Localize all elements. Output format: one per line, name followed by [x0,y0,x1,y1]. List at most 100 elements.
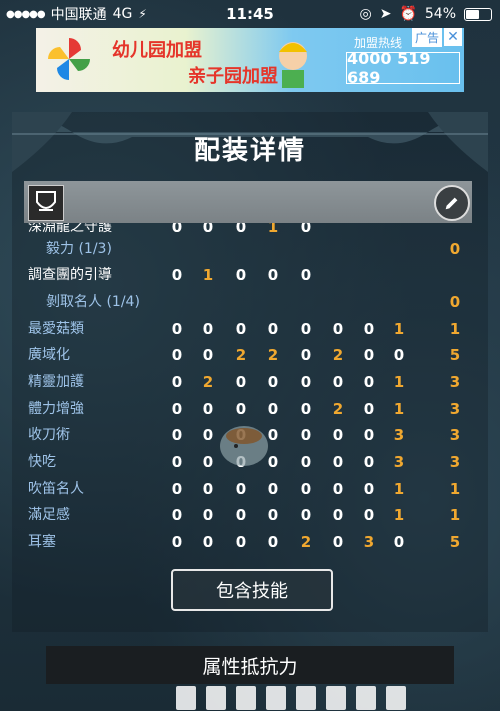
skill-level-cell: 1 [393,320,405,338]
skill-total-cell: 1 [449,320,461,338]
lock-rotation-icon: ◎ [359,6,372,22]
skill-level-cell: 0 [300,426,312,444]
skill-level-cell: 0 [300,453,312,471]
skill-level-cell: 0 [202,346,214,364]
skill-row: 耳塞 0 0 0 0 2 0 3 0 5 [0,529,500,555]
ad-banner[interactable]: 幼儿园加盟 亲子园加盟 加盟热线 4000 519 689 广告 ✕ [36,28,464,92]
skill-name: 剝取名人 (1/4) [46,294,140,310]
skill-level-cell: 1 [393,373,405,391]
battery-icon [464,7,492,21]
skill-level-cell: 0 [332,373,344,391]
status-bar: ●●●●● 中国联通 4G ⚡ 11:45 ◎ ➤ ⏰ 54% [0,0,500,28]
skill-level-cell: 0 [363,480,375,498]
skill-total-cell: 3 [449,426,461,444]
skill-level-cell: 3 [363,533,375,551]
ad-headline-1: 幼儿园加盟 [112,40,202,61]
skill-row: 最愛菇類 0 0 0 0 0 0 0 1 1 [0,316,500,342]
skill-total-cell: 3 [449,373,461,391]
skill-level-cell: 0 [267,320,279,338]
skill-level-cell: 0 [202,320,214,338]
skill-level-cell: 0 [300,373,312,391]
skill-level-cell: 0 [393,346,405,364]
skill-level-cell: 0 [393,533,405,551]
skill-level-cell: 0 [171,400,183,418]
skill-level-cell: 0 [171,266,183,284]
skill-level-cell: 1 [393,480,405,498]
skill-name: 耳塞 [28,534,56,550]
skill-level-cell: 0 [332,426,344,444]
skill-level-cell: 0 [300,346,312,364]
weapon-icon[interactable] [176,686,196,710]
skill-name: 最愛菇類 [28,321,84,337]
skill-level-cell: 0 [202,480,214,498]
skill-name: 收刀術 [28,427,70,443]
mascot-icon [220,426,268,466]
skill-name: 滿足感 [28,507,70,523]
build-name-bar[interactable] [24,181,472,223]
page-title: 配装详情 [193,136,306,166]
skill-name: 精靈加護 [28,374,84,390]
skill-level-cell: 0 [300,320,312,338]
skill-level-cell: 0 [171,346,183,364]
charm-icon[interactable] [356,686,376,710]
resistance-header[interactable]: 属性抵抗力 [46,646,454,684]
skill-level-cell: 0 [363,346,375,364]
skill-level-cell: 0 [235,533,247,551]
skill-level-cell: 2 [300,533,312,551]
skill-level-cell: 0 [171,480,183,498]
skill-level-cell: 0 [332,320,344,338]
skill-level-cell: 0 [171,320,183,338]
skill-total-cell: 3 [449,453,461,471]
skill-level-cell: 0 [171,533,183,551]
ad-phone: 4000 519 689 [346,49,460,87]
equipment-icons-row [176,686,466,711]
skill-total-cell: 1 [449,506,461,524]
alarm-icon: ⏰ [399,6,417,22]
skill-level-cell: 0 [267,480,279,498]
skill-total-cell: 0 [449,240,461,258]
skill-total-cell: 5 [449,346,461,364]
arm-icon[interactable] [266,686,286,710]
skill-level-cell: 0 [300,506,312,524]
helmet-icon[interactable] [206,686,226,710]
skill-level-cell: 0 [235,373,247,391]
skill-level-cell: 0 [332,506,344,524]
skill-level-cell: 2 [202,373,214,391]
skill-level-cell: 0 [332,480,344,498]
skill-row: 剝取名人 (1/4) 0 [0,289,500,315]
skill-level-cell: 0 [202,506,214,524]
skill-level-cell: 0 [332,453,344,471]
skill-row: 滿足感 0 0 0 0 0 0 0 1 1 [0,502,500,528]
ad-close-button[interactable]: ✕ [444,28,462,46]
weapon-type-icon [28,185,64,221]
skill-total-cell: 5 [449,533,461,551]
skill-row: 調查團的引導 0 1 0 0 0 [0,262,500,288]
skill-name: 廣域化 [28,347,70,363]
skill-name: 吹笛名人 [28,481,84,497]
skill-level-cell: 0 [171,506,183,524]
skill-level-cell: 0 [267,266,279,284]
pinwheel-logo-icon [48,38,90,80]
skill-name: 體力增強 [28,401,84,417]
skill-level-cell: 0 [363,320,375,338]
skill-level-cell: 0 [363,453,375,471]
leg-icon[interactable] [326,686,346,710]
skill-row: 吹笛名人 0 0 0 0 0 0 0 1 1 [0,476,500,502]
waist-icon[interactable] [296,686,316,710]
skill-level-cell: 0 [235,480,247,498]
gem-icon[interactable] [386,686,406,710]
chest-icon[interactable] [236,686,256,710]
skill-level-cell: 0 [363,506,375,524]
skill-level-cell: 1 [202,266,214,284]
contain-skills-button[interactable]: 包含技能 [171,569,333,611]
battery-percent: 54% [424,6,456,22]
skill-total-cell: 3 [449,400,461,418]
skill-row: 廣域化 0 0 2 2 0 2 0 0 5 [0,342,500,368]
skill-level-cell: 0 [235,320,247,338]
edit-pencil-icon[interactable] [434,185,470,221]
skill-level-cell: 1 [393,400,405,418]
skill-level-cell: 0 [202,533,214,551]
skill-level-cell: 0 [332,533,344,551]
skill-level-cell: 0 [300,400,312,418]
skill-level-cell: 0 [171,426,183,444]
